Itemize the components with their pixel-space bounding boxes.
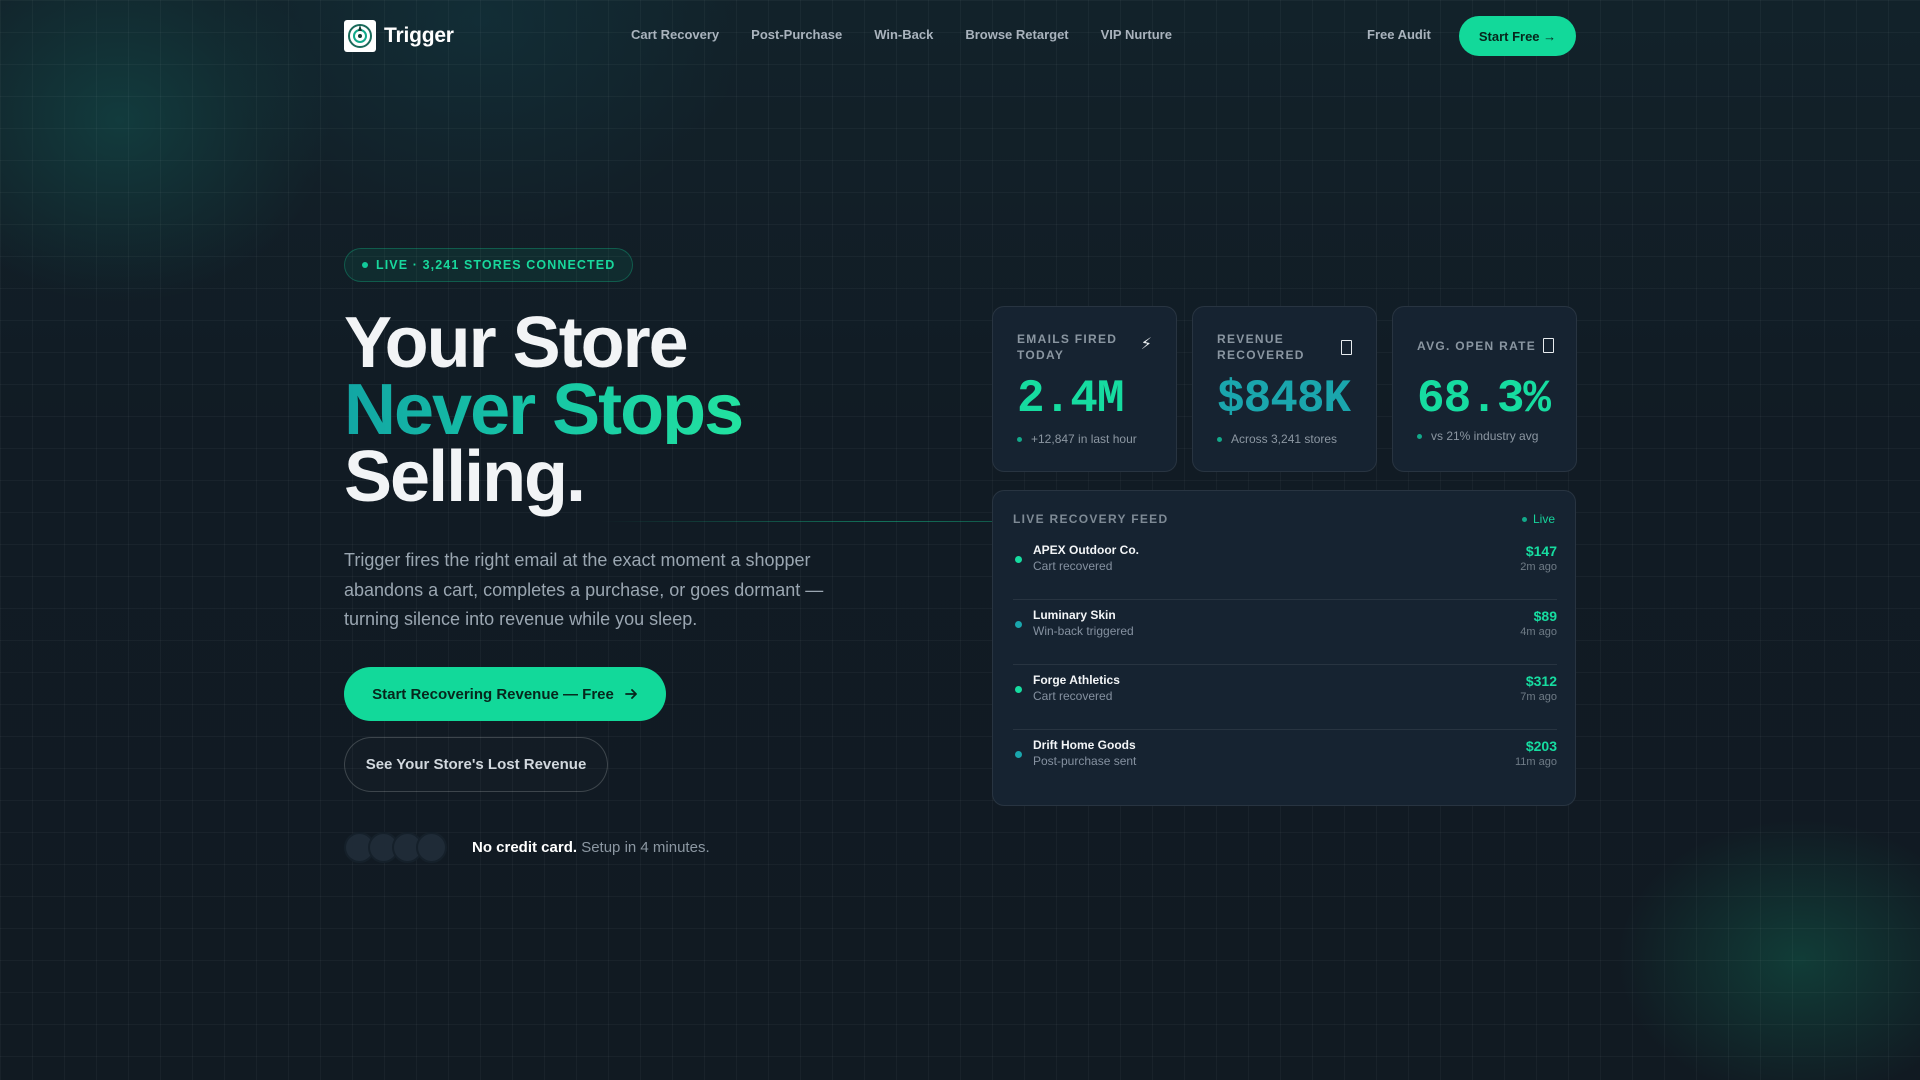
stat-card-emails: EMAILS FIRED TODAY ⚡︎ 2.4M +12,847 in la…: [992, 306, 1177, 472]
brand-name: Trigger: [384, 24, 454, 47]
logo-icon: [344, 20, 376, 52]
feed-row[interactable]: Luminary Skin Win-back triggered $89 4m …: [1013, 600, 1557, 665]
stat-foot-text: +12,847 in last hour: [1031, 432, 1137, 446]
headline-line-2: Never Stops: [344, 370, 744, 450]
start-recovering-button[interactable]: Start Recovering Revenue — Free: [344, 667, 666, 721]
dot-icon: [1217, 436, 1222, 442]
feed-row[interactable]: Drift Home Goods Post-purchase sent $203…: [1013, 730, 1557, 795]
feed-row[interactable]: APEX Outdoor Co. Cart recovered $147 2m …: [1013, 535, 1557, 600]
logo[interactable]: Trigger: [344, 20, 454, 52]
store-name: Luminary Skin: [1033, 608, 1116, 622]
stat-foot: +12,847 in last hour: [1017, 432, 1137, 446]
live-badge-text: LIVE · 3,241 STORES CONNECTED: [376, 258, 616, 272]
headline-line-1: Your Store: [344, 303, 689, 383]
avatar-stack: [344, 832, 447, 863]
timestamp: 11m ago: [1515, 756, 1557, 768]
amount: $147: [1525, 543, 1557, 559]
page: Trigger Cart Recovery Post-Purchase Win-…: [0, 0, 1920, 1080]
hero-subtitle: Trigger fires the right email at the exa…: [344, 550, 824, 629]
stat-foot: Across 3,241 stores: [1217, 432, 1337, 446]
status-dot-icon: [1015, 751, 1022, 758]
stat-label: EMAILS FIRED TODAY: [1017, 332, 1118, 362]
see-lost-revenue-button[interactable]: See Your Store's Lost Revenue: [344, 737, 608, 792]
nav-win-back[interactable]: Win-Back: [874, 27, 933, 42]
stat-card-revenue: REVENUE RECOVERED $848K Across 3,241 sto…: [1192, 306, 1377, 472]
stat-foot-text: Across 3,241 stores: [1231, 432, 1338, 446]
amount: $312: [1525, 673, 1557, 689]
stat-label: AVG. OPEN RATE: [1417, 339, 1537, 353]
status-dot-icon: [1015, 556, 1022, 563]
feed-live-label: Live: [1532, 512, 1555, 526]
document-icon: [1543, 338, 1554, 353]
free-audit-link[interactable]: Free Audit: [1367, 27, 1431, 42]
stat-foot-text: vs 21% industry avg: [1431, 429, 1539, 443]
feed-title: LIVE RECOVERY FEED: [1013, 512, 1169, 526]
live-dot-icon: [362, 262, 368, 268]
live-dot-icon: [1521, 516, 1527, 522]
lightning-icon: ⚡︎: [1140, 336, 1152, 353]
timestamp: 2m ago: [1520, 561, 1557, 573]
avatar: [416, 832, 447, 863]
document-icon: [1341, 340, 1352, 355]
store-name: Forge Athletics: [1033, 673, 1120, 687]
stat-value: 68.3%: [1417, 373, 1551, 425]
dot-icon: [1417, 433, 1422, 439]
amount: $203: [1525, 738, 1557, 754]
start-recovering-label: Start Recovering Revenue — Free: [372, 685, 614, 703]
nav-browse-retarget[interactable]: Browse Retarget: [965, 27, 1068, 42]
dot-icon: [1017, 436, 1022, 442]
headline-line-3: Selling.: [344, 437, 586, 517]
status-dot-icon: [1015, 621, 1022, 628]
nav-cart-recovery[interactable]: Cart Recovery: [631, 27, 719, 42]
nav-post-purchase[interactable]: Post-Purchase: [751, 27, 842, 42]
stat-foot: vs 21% industry avg: [1417, 429, 1538, 443]
arrow-right-icon: [624, 689, 637, 699]
nav-vip-nurture[interactable]: VIP Nurture: [1101, 27, 1172, 42]
no-credit-card-note: No credit card. Setup in 4 minutes.: [472, 839, 710, 856]
hero-headline: Your Store Never Stops Selling.: [344, 303, 744, 517]
stat-value: 2.4M: [1017, 373, 1124, 425]
event-desc: Win-back triggered: [1033, 624, 1134, 638]
status-dot-icon: [1015, 686, 1022, 693]
stat-value: $848K: [1217, 373, 1351, 425]
amount: $89: [1533, 608, 1557, 624]
timestamp: 7m ago: [1520, 691, 1557, 703]
store-name: Drift Home Goods: [1033, 738, 1136, 752]
stat-card-open-rate: AVG. OPEN RATE 68.3% vs 21% industry avg: [1392, 306, 1577, 472]
feed-row[interactable]: Forge Athletics Cart recovered $312 7m a…: [1013, 665, 1557, 730]
event-desc: Cart recovered: [1033, 559, 1113, 573]
feed-live-indicator: Live: [1521, 512, 1555, 526]
start-free-button[interactable]: Start Free →: [1459, 16, 1576, 56]
event-desc: Cart recovered: [1033, 689, 1113, 703]
note-rest: Setup in 4 minutes.: [581, 839, 710, 856]
event-desc: Post-purchase sent: [1033, 754, 1137, 768]
live-recovery-feed: LIVE RECOVERY FEED Live APEX Outdoor Co.…: [992, 490, 1576, 806]
stat-label: REVENUE RECOVERED: [1217, 332, 1305, 362]
main-nav: Cart Recovery Post-Purchase Win-Back Bro…: [631, 27, 1172, 42]
timestamp: 4m ago: [1520, 626, 1557, 638]
note-bold: No credit card.: [472, 839, 578, 856]
store-name: APEX Outdoor Co.: [1033, 543, 1139, 557]
live-badge: LIVE · 3,241 STORES CONNECTED: [344, 248, 634, 282]
